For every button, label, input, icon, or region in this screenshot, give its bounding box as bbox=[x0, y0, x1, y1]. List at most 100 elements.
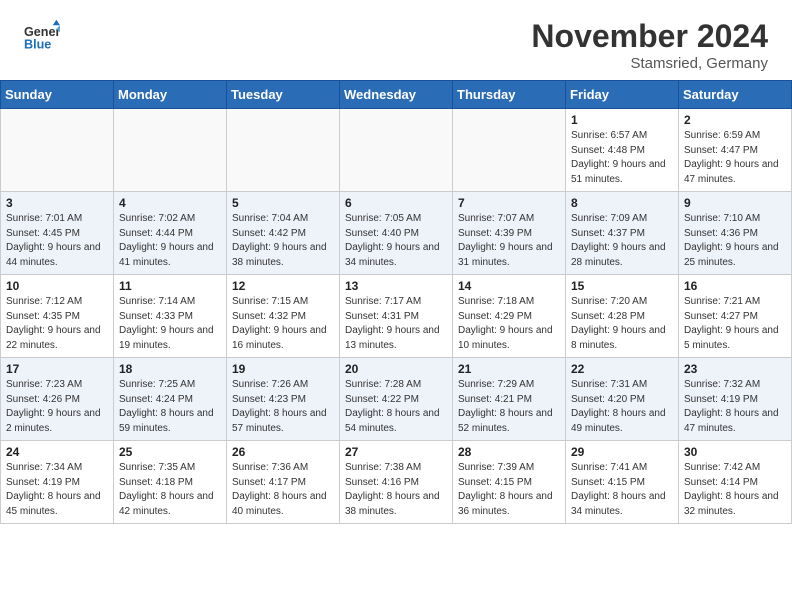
calendar-cell: 25Sunrise: 7:35 AM Sunset: 4:18 PM Dayli… bbox=[114, 441, 227, 524]
calendar-cell: 21 Sunrise: 7:29 AM Sunset: 4:21 PM Dayli… bbox=[453, 358, 566, 441]
column-header-tuesday: Tuesday bbox=[227, 81, 340, 109]
day-detail: Sunrise: 6:57 AM Sunset: 4:48 PM Dayligh… bbox=[571, 129, 673, 187]
day-detail: Sunrise: 7:12 AM Sunset: 4:35 PM Dayligh… bbox=[6, 295, 108, 353]
day-detail: Sunrise: 7:10 AM Sunset: 4:36 PM Dayligh… bbox=[684, 212, 786, 270]
day-detail: Sunrise: 7:28 AM Sunset: 4:22 PM Dayligh… bbox=[345, 378, 447, 436]
day-detail: Sunrise: 7:41 AM Sunset: 4:15 PM Dayligh… bbox=[571, 461, 673, 519]
calendar-cell: 1 Sunrise: 6:57 AM Sunset: 4:48 PM Daylig… bbox=[566, 109, 679, 192]
calendar-cell bbox=[340, 109, 453, 192]
day-detail: Sunrise: 7:01 AM Sunset: 4:45 PM Dayligh… bbox=[6, 212, 108, 270]
day-number: 24 bbox=[6, 445, 108, 459]
calendar-cell: 6 Sunrise: 7:05 AM Sunset: 4:40 PM Daylig… bbox=[340, 192, 453, 275]
day-detail: Sunrise: 7:36 AM Sunset: 4:17 PM Dayligh… bbox=[232, 461, 334, 519]
calendar-header-row: SundayMondayTuesdayWednesdayThursdayFrid… bbox=[1, 81, 792, 109]
calendar-cell: 11 Sunrise: 7:14 AM Sunset: 4:33 PM Dayli… bbox=[114, 275, 227, 358]
day-number: 21 bbox=[458, 362, 560, 376]
day-detail: Sunrise: 7:17 AM Sunset: 4:31 PM Dayligh… bbox=[345, 295, 447, 353]
day-detail: Sunrise: 7:20 AM Sunset: 4:28 PM Dayligh… bbox=[571, 295, 673, 353]
day-number: 27 bbox=[345, 445, 447, 459]
calendar-body: 1 Sunrise: 6:57 AM Sunset: 4:48 PM Daylig… bbox=[1, 109, 792, 524]
day-number: 7 bbox=[458, 196, 560, 210]
calendar-week-row: 10 Sunrise: 7:12 AM Sunset: 4:35 PM Dayli… bbox=[1, 275, 792, 358]
day-detail: Sunrise: 7:35 AM Sunset: 4:18 PM Dayligh… bbox=[119, 461, 221, 519]
calendar-cell: 10 Sunrise: 7:12 AM Sunset: 4:35 PM Dayli… bbox=[1, 275, 114, 358]
calendar-cell bbox=[1, 109, 114, 192]
day-number: 5 bbox=[232, 196, 334, 210]
day-detail: Sunrise: 7:25 AM Sunset: 4:24 PM Dayligh… bbox=[119, 378, 221, 436]
calendar-cell: 23 Sunrise: 7:32 AM Sunset: 4:19 PM Dayli… bbox=[679, 358, 792, 441]
calendar-week-row: 1 Sunrise: 6:57 AM Sunset: 4:48 PM Daylig… bbox=[1, 109, 792, 192]
calendar-cell: 9Sunrise: 7:10 AM Sunset: 4:36 PM Daylig… bbox=[679, 192, 792, 275]
calendar-cell: 14 Sunrise: 7:18 AM Sunset: 4:29 PM Dayli… bbox=[453, 275, 566, 358]
day-detail: Sunrise: 7:09 AM Sunset: 4:37 PM Dayligh… bbox=[571, 212, 673, 270]
day-detail: Sunrise: 7:38 AM Sunset: 4:16 PM Dayligh… bbox=[345, 461, 447, 519]
day-detail: Sunrise: 7:02 AM Sunset: 4:44 PM Dayligh… bbox=[119, 212, 221, 270]
month-year: November 2024 bbox=[531, 18, 768, 55]
calendar-table: SundayMondayTuesdayWednesdayThursdayFrid… bbox=[0, 80, 792, 524]
calendar-cell bbox=[114, 109, 227, 192]
day-number: 6 bbox=[345, 196, 447, 210]
calendar-cell: 15 Sunrise: 7:20 AM Sunset: 4:28 PM Dayli… bbox=[566, 275, 679, 358]
calendar-cell: 27 Sunrise: 7:38 AM Sunset: 4:16 PM Dayli… bbox=[340, 441, 453, 524]
calendar-cell: 12 Sunrise: 7:15 AM Sunset: 4:32 PM Dayli… bbox=[227, 275, 340, 358]
calendar-cell bbox=[227, 109, 340, 192]
calendar-cell: 26 Sunrise: 7:36 AM Sunset: 4:17 PM Dayli… bbox=[227, 441, 340, 524]
calendar-cell: 16Sunrise: 7:21 AM Sunset: 4:27 PM Dayli… bbox=[679, 275, 792, 358]
page-header: General Blue November 2024 Stamsried, Ge… bbox=[0, 0, 792, 80]
day-number: 8 bbox=[571, 196, 673, 210]
calendar-cell: 7 Sunrise: 7:07 AM Sunset: 4:39 PM Daylig… bbox=[453, 192, 566, 275]
day-detail: Sunrise: 7:05 AM Sunset: 4:40 PM Dayligh… bbox=[345, 212, 447, 270]
day-detail: Sunrise: 7:26 AM Sunset: 4:23 PM Dayligh… bbox=[232, 378, 334, 436]
column-header-sunday: Sunday bbox=[1, 81, 114, 109]
location: Stamsried, Germany bbox=[531, 55, 768, 72]
column-header-saturday: Saturday bbox=[679, 81, 792, 109]
logo: General Blue bbox=[24, 18, 64, 54]
calendar-cell: 28 Sunrise: 7:39 AM Sunset: 4:15 PM Dayli… bbox=[453, 441, 566, 524]
calendar-cell: 13 Sunrise: 7:17 AM Sunset: 4:31 PM Dayli… bbox=[340, 275, 453, 358]
calendar-cell: 4 Sunrise: 7:02 AM Sunset: 4:44 PM Daylig… bbox=[114, 192, 227, 275]
title-block: November 2024 Stamsried, Germany bbox=[531, 18, 768, 72]
calendar-cell bbox=[453, 109, 566, 192]
day-number: 11 bbox=[119, 279, 221, 293]
day-detail: Sunrise: 7:18 AM Sunset: 4:29 PM Dayligh… bbox=[458, 295, 560, 353]
calendar-cell: 5Sunrise: 7:04 AM Sunset: 4:42 PM Daylig… bbox=[227, 192, 340, 275]
day-detail: Sunrise: 7:15 AM Sunset: 4:32 PM Dayligh… bbox=[232, 295, 334, 353]
day-number: 4 bbox=[119, 196, 221, 210]
day-detail: Sunrise: 7:31 AM Sunset: 4:20 PM Dayligh… bbox=[571, 378, 673, 436]
day-detail: Sunrise: 7:34 AM Sunset: 4:19 PM Dayligh… bbox=[6, 461, 108, 519]
day-detail: Sunrise: 7:07 AM Sunset: 4:39 PM Dayligh… bbox=[458, 212, 560, 270]
column-header-monday: Monday bbox=[114, 81, 227, 109]
calendar-cell: 2 Sunrise: 6:59 AM Sunset: 4:47 PM Daylig… bbox=[679, 109, 792, 192]
day-detail: Sunrise: 7:23 AM Sunset: 4:26 PM Dayligh… bbox=[6, 378, 108, 436]
day-number: 29 bbox=[571, 445, 673, 459]
day-detail: Sunrise: 7:39 AM Sunset: 4:15 PM Dayligh… bbox=[458, 461, 560, 519]
day-detail: Sunrise: 7:29 AM Sunset: 4:21 PM Dayligh… bbox=[458, 378, 560, 436]
calendar-cell: 8 Sunrise: 7:09 AM Sunset: 4:37 PM Daylig… bbox=[566, 192, 679, 275]
calendar-cell: 19 Sunrise: 7:26 AM Sunset: 4:23 PM Dayli… bbox=[227, 358, 340, 441]
day-number: 10 bbox=[6, 279, 108, 293]
svg-text:Blue: Blue bbox=[24, 38, 51, 52]
day-number: 3 bbox=[6, 196, 108, 210]
day-detail: Sunrise: 6:59 AM Sunset: 4:47 PM Dayligh… bbox=[684, 129, 786, 187]
calendar-cell: 17Sunrise: 7:23 AM Sunset: 4:26 PM Dayli… bbox=[1, 358, 114, 441]
calendar-week-row: 17Sunrise: 7:23 AM Sunset: 4:26 PM Dayli… bbox=[1, 358, 792, 441]
day-detail: Sunrise: 7:14 AM Sunset: 4:33 PM Dayligh… bbox=[119, 295, 221, 353]
day-number: 14 bbox=[458, 279, 560, 293]
column-header-friday: Friday bbox=[566, 81, 679, 109]
day-number: 13 bbox=[345, 279, 447, 293]
day-number: 12 bbox=[232, 279, 334, 293]
day-number: 28 bbox=[458, 445, 560, 459]
day-number: 15 bbox=[571, 279, 673, 293]
day-number: 19 bbox=[232, 362, 334, 376]
calendar-cell: 20Sunrise: 7:28 AM Sunset: 4:22 PM Dayli… bbox=[340, 358, 453, 441]
day-detail: Sunrise: 7:32 AM Sunset: 4:19 PM Dayligh… bbox=[684, 378, 786, 436]
day-number: 26 bbox=[232, 445, 334, 459]
day-number: 18 bbox=[119, 362, 221, 376]
day-number: 30 bbox=[684, 445, 786, 459]
day-number: 22 bbox=[571, 362, 673, 376]
day-number: 2 bbox=[684, 113, 786, 127]
logo-icon: General Blue bbox=[24, 18, 60, 54]
day-number: 23 bbox=[684, 362, 786, 376]
day-detail: Sunrise: 7:21 AM Sunset: 4:27 PM Dayligh… bbox=[684, 295, 786, 353]
day-number: 1 bbox=[571, 113, 673, 127]
